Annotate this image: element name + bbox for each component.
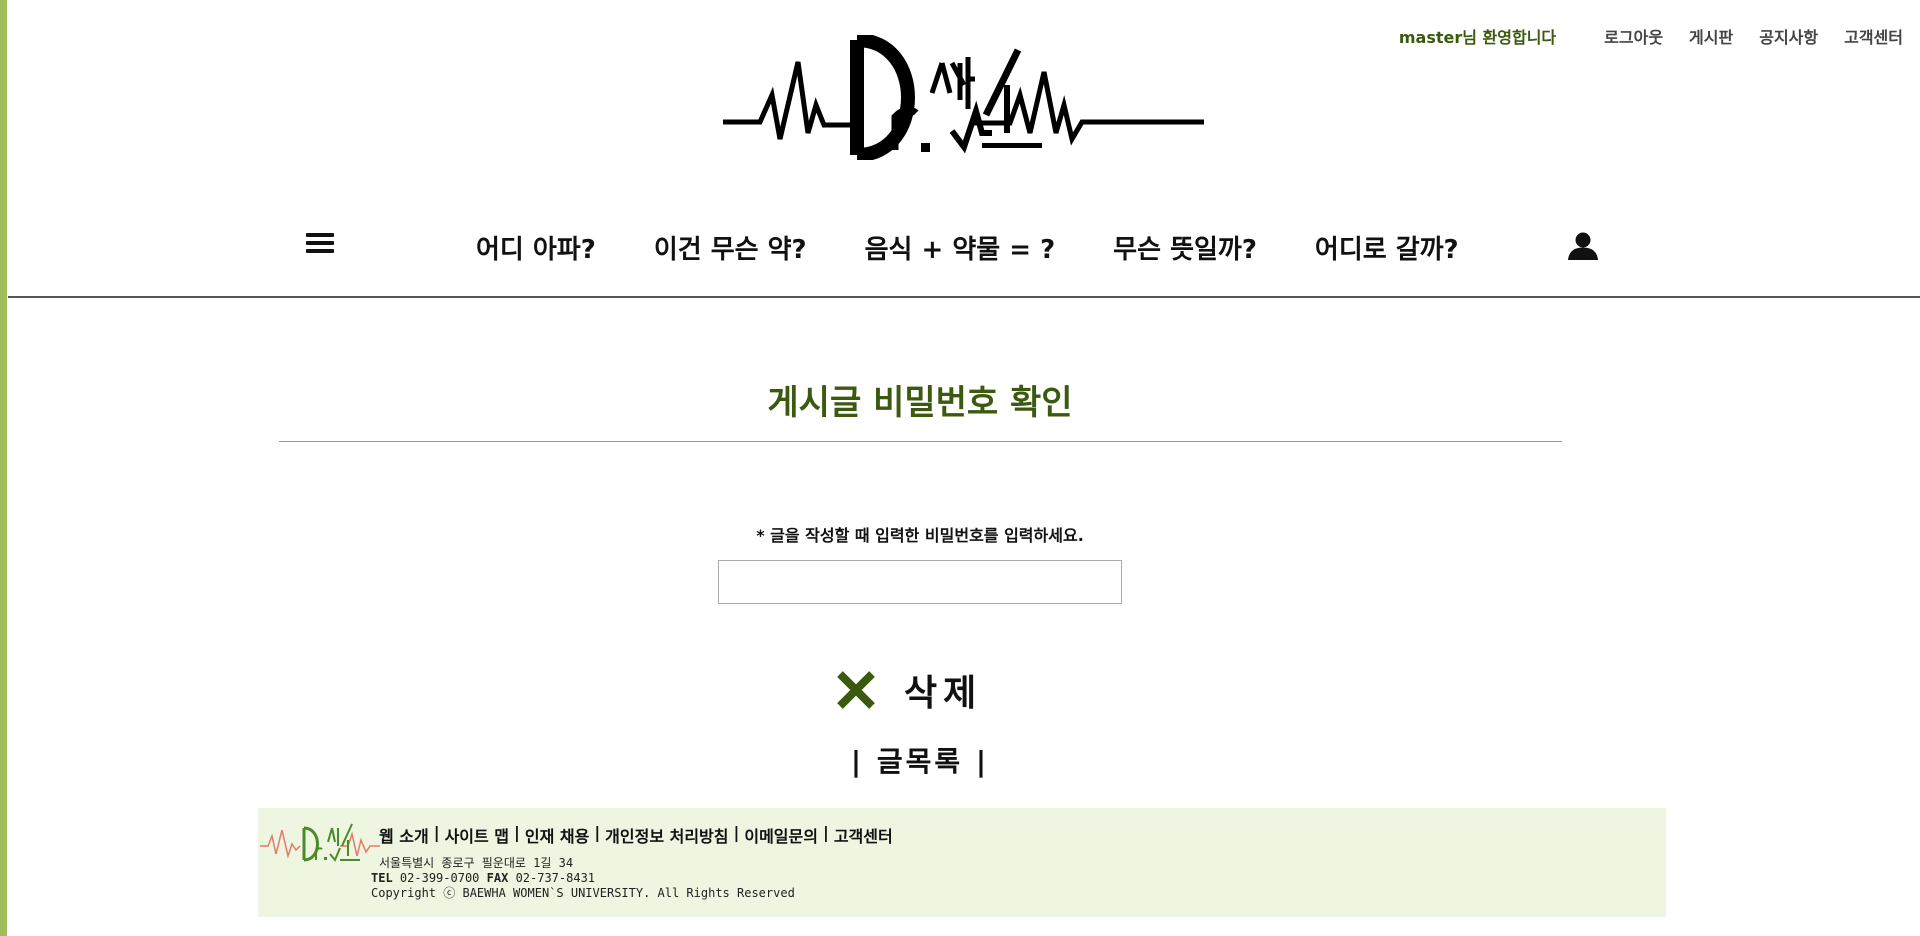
footer-link-careers[interactable]: 인재 채용 [525, 823, 589, 847]
fax-number: 02-737-8431 [515, 871, 596, 885]
list-link[interactable]: | 글목록 | [0, 740, 1840, 780]
footer-separator: | [433, 823, 440, 842]
site-logo[interactable] [720, 35, 1204, 160]
footer-link-customer-center[interactable]: 고객센터 [834, 823, 893, 847]
nav-item-hospital[interactable]: 어디로 갈까? [1315, 229, 1459, 266]
footer-copyright: Copyright ⓒ BAEWHA WOMEN`S UNIVERSITY. A… [371, 886, 795, 900]
footer-logo [260, 823, 380, 862]
customer-center-link[interactable]: 고객센터 [1844, 24, 1903, 48]
tel-number: 02-399-0700 [399, 871, 480, 885]
password-input[interactable] [718, 560, 1122, 604]
footer-link-email[interactable]: 이메일문의 [744, 823, 818, 847]
footer-link-about[interactable]: 웹 소개 [379, 823, 429, 847]
footer: 웹 소개 | 사이트 맵 | 인재 채용 | 개인정보 처리방침 | 이메일문의… [258, 808, 1666, 917]
welcome-message: master님 환영합니다 [1398, 28, 1557, 47]
nav-item-food-drug[interactable]: 음식 + 약물 = ? [865, 229, 1056, 266]
close-icon [837, 671, 875, 709]
menu-icon[interactable] [306, 233, 334, 255]
footer-links: 웹 소개 | 사이트 맵 | 인재 채용 | 개인정보 처리방침 | 이메일문의… [379, 823, 893, 847]
delete-button-label: 삭제 [904, 673, 983, 714]
footer-address: 서울특별시 종로구 필운대로 1길 34 [379, 856, 574, 870]
footer-link-privacy[interactable]: 개인정보 처리방침 [605, 823, 728, 847]
menu-icon-bar [306, 241, 334, 245]
title-divider [279, 441, 1562, 442]
footer-separator: | [514, 823, 520, 842]
delete-button[interactable]: 삭제 [836, 665, 982, 715]
nav-item-meaning[interactable]: 무슨 뜻일까? [1113, 229, 1257, 266]
footer-info: 서울특별시 종로구 필운대로 1길 34 TEL 02-399-0700 FAX… [371, 856, 795, 901]
nav-item-medicine[interactable]: 이건 무슨 약? [654, 229, 807, 266]
board-link[interactable]: 게시판 [1689, 24, 1733, 48]
user-icon[interactable] [1567, 231, 1599, 261]
utility-nav: master님 환영합니다 로그아웃 게시판 공지사항 고객센터 [1399, 24, 1903, 48]
fax-label: FAX [486, 871, 509, 885]
nav-items: 어디 아파? 이건 무슨 약? 음식 + 약물 = ? 무슨 뜻일까? 어디로 … [476, 229, 1517, 266]
tel-label: TEL [371, 871, 393, 885]
password-instruction: * 글을 작성할 때 입력한 비밀번호를 입력하세요. [756, 526, 1084, 545]
page-title: 게시글 비밀번호 확인 [767, 383, 1073, 423]
footer-separator: | [822, 823, 829, 842]
footer-link-sitemap[interactable]: 사이트 맵 [445, 823, 509, 847]
notice-link[interactable]: 공지사항 [1759, 24, 1818, 48]
footer-contact: TEL 02-399-0700 FAX 02-737-8431 [371, 871, 795, 886]
footer-separator: | [733, 823, 740, 842]
footer-separator: | [594, 823, 601, 842]
logout-link[interactable]: 로그아웃 [1604, 24, 1663, 48]
left-accent-bar [0, 0, 7, 936]
nav-item-symptoms[interactable]: 어디 아파? [476, 229, 596, 266]
menu-icon-bar [306, 249, 334, 253]
menu-icon-bar [306, 233, 334, 237]
main-nav: 어디 아파? 이건 무슨 약? 음식 + 약물 = ? 무슨 뜻일까? 어디로 … [0, 225, 1920, 285]
nav-divider [8, 296, 1920, 298]
